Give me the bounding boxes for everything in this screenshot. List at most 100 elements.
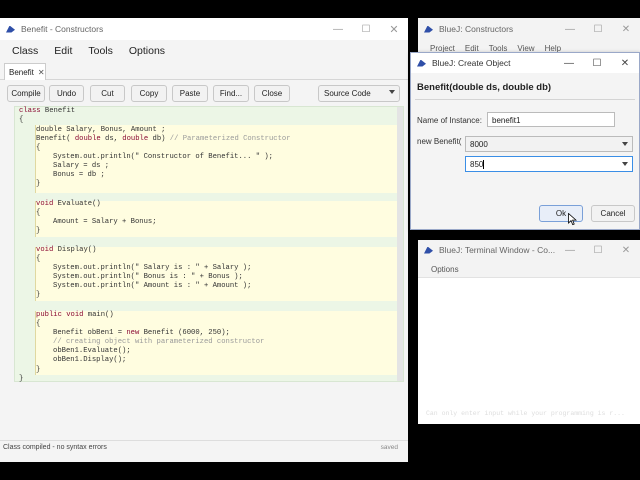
close-button[interactable]: Close bbox=[254, 85, 290, 102]
dialog-titlebar[interactable]: BlueJ: Create Object — ☐ ✕ bbox=[411, 53, 639, 73]
code-line: System.out.println(" Amount is : " + Amo… bbox=[53, 282, 252, 290]
close-icon[interactable]: ✕ bbox=[611, 53, 639, 73]
new-label: new Benefit( bbox=[417, 137, 462, 146]
code-line: Salary = ds ; bbox=[53, 162, 110, 170]
code-line: { bbox=[36, 320, 41, 328]
code-line: { bbox=[36, 255, 41, 263]
code-token: class bbox=[19, 107, 41, 115]
dialog-separator bbox=[415, 99, 635, 100]
code-line: } bbox=[36, 180, 41, 188]
bluej-icon bbox=[424, 246, 434, 255]
chevron-down-icon[interactable] bbox=[622, 162, 628, 166]
bluej-main-title: BlueJ: Constructors bbox=[439, 24, 514, 34]
code-line: } bbox=[36, 366, 41, 374]
terminal-output[interactable]: Can only enter input while your programm… bbox=[418, 278, 640, 424]
cancel-button[interactable]: Cancel bbox=[591, 205, 635, 222]
code-line: Benefit( double ds, double db) // Parame… bbox=[36, 135, 291, 143]
code-comment: // Parameterized Constructor bbox=[169, 135, 291, 143]
arg1-combobox[interactable]: 8000 bbox=[465, 136, 633, 152]
maximize-icon[interactable]: ☐ bbox=[352, 18, 380, 40]
find-button[interactable]: Find... bbox=[213, 85, 249, 102]
cut-button[interactable]: Cut bbox=[90, 85, 125, 102]
arg2-value: 850 bbox=[470, 160, 484, 169]
code-token: Benefit (6000, 250); bbox=[139, 329, 230, 337]
code-line: } bbox=[19, 375, 24, 383]
minimize-icon[interactable]: — bbox=[556, 240, 584, 260]
code-line: Benefit obBen1 = new Benefit (6000, 250)… bbox=[53, 329, 230, 337]
menu-class[interactable]: Class bbox=[12, 45, 38, 57]
terminal-titlebar[interactable]: BlueJ: Terminal Window - Co... — ☐ ✕ bbox=[418, 240, 640, 260]
code-line: { bbox=[19, 116, 24, 124]
create-object-dialog: BlueJ: Create Object — ☐ ✕ Benefit(doubl… bbox=[410, 52, 640, 230]
code-token: double bbox=[74, 135, 101, 143]
code-line: } bbox=[36, 291, 41, 299]
menu-options[interactable]: Options bbox=[431, 265, 459, 274]
maximize-icon[interactable]: ☐ bbox=[584, 18, 612, 40]
status-message: Class compiled - no syntax errors bbox=[3, 444, 107, 451]
view-mode-select[interactable]: Source Code bbox=[318, 85, 400, 102]
terminal-menubar: Options bbox=[418, 260, 640, 278]
status-saved: saved bbox=[380, 444, 398, 451]
mouse-cursor-icon bbox=[568, 213, 577, 226]
arg2-combobox[interactable]: 850 bbox=[465, 156, 633, 172]
compile-button[interactable]: Compile bbox=[7, 85, 45, 102]
tab-bar: Benefit ✕ bbox=[0, 62, 408, 80]
minimize-icon[interactable]: — bbox=[324, 18, 352, 40]
dialog-title: BlueJ: Create Object bbox=[432, 58, 511, 68]
maximize-icon[interactable]: ☐ bbox=[583, 53, 611, 73]
close-icon[interactable]: ✕ bbox=[380, 18, 408, 40]
code-token: double bbox=[122, 135, 149, 143]
instance-name-input[interactable]: benefit1 bbox=[487, 112, 615, 127]
code-line: System.out.println(" Bonus is : " + Bonu… bbox=[53, 273, 243, 281]
status-bar: Class compiled - no syntax errors saved bbox=[0, 440, 408, 456]
code-line: double Salary, Bonus, Amount ; bbox=[36, 126, 166, 134]
terminal-hint: Can only enter input while your programm… bbox=[426, 410, 625, 417]
menu-options[interactable]: Options bbox=[129, 45, 165, 57]
code-token: Benefit bbox=[40, 107, 76, 115]
code-scrollbar[interactable] bbox=[397, 107, 403, 381]
code-comment: // creating object with parameterized co… bbox=[53, 338, 265, 346]
code-line: Amount = Salary + Bonus; bbox=[53, 218, 157, 226]
text-cursor bbox=[483, 160, 485, 170]
copy-button[interactable]: Copy bbox=[131, 85, 167, 102]
code-token: db) bbox=[148, 135, 170, 143]
dialog-heading: Benefit(double ds, double db) bbox=[417, 82, 552, 93]
minimize-icon[interactable]: — bbox=[555, 53, 583, 73]
name-label: Name of Instance: bbox=[417, 116, 482, 125]
close-icon[interactable]: ✕ bbox=[612, 18, 640, 40]
code-line: System.out.println(" Constructor of Bene… bbox=[53, 153, 273, 161]
editor-menubar: Class Edit Tools Options bbox=[12, 44, 181, 58]
menu-edit[interactable]: Edit bbox=[54, 45, 72, 57]
maximize-icon[interactable]: ☐ bbox=[584, 240, 612, 260]
undo-button[interactable]: Undo bbox=[49, 85, 84, 102]
paste-button[interactable]: Paste bbox=[172, 85, 208, 102]
code-line: obBen1.Evaluate(); bbox=[53, 347, 131, 355]
editor-title: Benefit - Constructors bbox=[21, 24, 104, 34]
code-line: { bbox=[36, 209, 41, 217]
code-token: void bbox=[36, 200, 54, 208]
chevron-down-icon[interactable] bbox=[622, 142, 628, 146]
chevron-down-icon bbox=[389, 90, 395, 94]
code-token: Evaluate() bbox=[53, 200, 101, 208]
arg1-value: 8000 bbox=[470, 140, 488, 149]
code-token: void bbox=[36, 246, 54, 254]
code-line: void Display() bbox=[36, 246, 96, 254]
bluej-icon bbox=[424, 25, 434, 34]
code-token: Benefit( bbox=[36, 135, 75, 143]
code-line: { bbox=[36, 144, 41, 152]
tab-benefit[interactable]: Benefit ✕ bbox=[4, 63, 46, 80]
code-token: ds, bbox=[100, 135, 123, 143]
code-line: void Evaluate() bbox=[36, 200, 101, 208]
menu-tools[interactable]: Tools bbox=[88, 45, 113, 57]
code-line: obBen1.Display(); bbox=[53, 356, 127, 364]
minimize-icon[interactable]: — bbox=[556, 18, 584, 40]
bluej-icon bbox=[417, 59, 427, 68]
close-icon[interactable]: ✕ bbox=[612, 240, 640, 260]
tab-close-icon[interactable]: ✕ bbox=[38, 68, 45, 77]
editor-titlebar[interactable]: Benefit - Constructors — ☐ ✕ bbox=[0, 18, 408, 40]
tab-label: Benefit bbox=[9, 67, 34, 77]
code-line: class Benefit bbox=[19, 107, 75, 115]
code-token: main() bbox=[83, 311, 114, 319]
terminal-title: BlueJ: Terminal Window - Co... bbox=[439, 245, 556, 255]
bluej-main-titlebar[interactable]: BlueJ: Constructors — ☐ ✕ bbox=[418, 18, 640, 40]
